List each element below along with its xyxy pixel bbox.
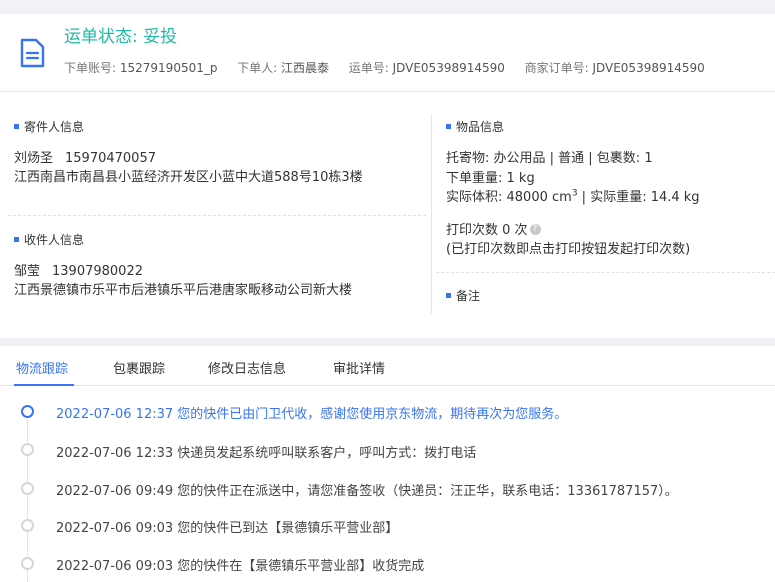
waybill-status-title: 运单状态: 妥投 [64, 27, 178, 47]
goods-line-2: 下单重量: 1 kg [446, 171, 535, 186]
tab-bar: 物流跟踪 包裹跟踪 修改日志信息 审批详情 [0, 346, 775, 386]
receiver-contact: 邹莹 13907980022 [14, 260, 143, 279]
receiver-name: 邹莹 [14, 264, 41, 279]
sender-phone: 15970470057 [65, 151, 156, 166]
help-icon[interactable]: ? [529, 224, 541, 235]
goods-line-1: 托寄物: 办公用品 | 普通 | 包裹数: 1 [446, 151, 653, 166]
section-marker [446, 124, 451, 129]
tab-package-tracking[interactable]: 包裹跟踪 [113, 358, 165, 377]
sender-contact: 刘炀圣 15970470057 [14, 147, 156, 166]
print-note: (已打印次数即点击打印按钮发起打印次数) [446, 242, 691, 257]
tab-logistics-tracking[interactable]: 物流跟踪 [16, 358, 68, 377]
timeline-entry: 2022-07-06 12:37 您的快件已由门卫代收，感谢您使用京东物流，期待… [56, 407, 568, 422]
order-account-label: 下单账号: [64, 61, 117, 75]
receiver-heading: 收件人信息 [14, 231, 84, 248]
merchant-order-value: JDVE05398914590 [592, 61, 705, 75]
sender-name: 刘炀圣 [14, 151, 54, 166]
divider [8, 215, 426, 216]
goods-volume: 实际体积: 48000 cm3 | 实际重量: 14.4 kg [446, 188, 700, 205]
print-count: 打印次数 0 次? [446, 219, 541, 238]
timeline-entry: 2022-07-06 09:03 您的快件已到达【景德镇乐平营业部】 [56, 521, 399, 536]
sender-heading: 寄件人信息 [14, 118, 84, 135]
receiver-phone: 13907980022 [52, 264, 143, 279]
timeline-entry: 2022-07-06 09:03 您的快件在【景德镇乐平营业部】收货完成 [56, 559, 425, 574]
waybill-number-value: JDVE05398914590 [392, 61, 505, 75]
timeline-node [21, 405, 34, 418]
timeline-node [21, 557, 34, 570]
section-marker [446, 293, 451, 298]
orderer-value: 江西晨泰 [281, 61, 330, 75]
sender-address: 江西南昌市南昌县小蓝经济开发区小蓝中大道588号10栋3楼 [14, 170, 363, 185]
vertical-divider [431, 114, 432, 314]
timeline-entry: 2022-07-06 09:49 您的快件正在派送中，请您准备签收（快递员：汪正… [56, 484, 678, 499]
waybill-meta: 下单账号: 15279190501_p 下单人: 江西晨泰 运单号: JDVE0… [64, 59, 705, 76]
waybill-header: 运单状态: 妥投 下单账号: 15279190501_p 下单人: 江西晨泰 运… [0, 14, 775, 92]
section-marker [14, 237, 19, 242]
document-icon [20, 38, 45, 68]
merchant-order-label: 商家订单号: [524, 61, 589, 75]
shipment-info-card: 寄件人信息 刘炀圣 15970470057 江西南昌市南昌县小蓝经济开发区小蓝中大… [0, 92, 775, 338]
tracking-panel: 物流跟踪 包裹跟踪 修改日志信息 审批详情 2022-07-06 12:37 您… [0, 346, 775, 582]
timeline-node [21, 443, 34, 456]
goods-heading: 物品信息 [446, 118, 504, 135]
divider [436, 272, 775, 273]
receiver-address: 江西景德镇市乐平市后港镇乐平后港唐家畈移动公司新大楼 [14, 283, 353, 298]
active-tab-indicator [14, 384, 74, 386]
order-account-value: 15279190501_p [119, 61, 218, 75]
waybill-number-label: 运单号: [348, 61, 389, 75]
timeline-entry: 2022-07-06 12:33 快递员发起系统呼叫联系客户，呼叫方式：拨打电话 [56, 446, 477, 461]
orderer-label: 下单人: [237, 61, 278, 75]
timeline-node [21, 482, 34, 495]
timeline-node [21, 519, 34, 532]
tab-approval-details[interactable]: 审批详情 [333, 358, 385, 377]
tab-change-log[interactable]: 修改日志信息 [208, 358, 286, 377]
remark-heading: 备注 [446, 287, 480, 304]
section-marker [14, 124, 19, 129]
